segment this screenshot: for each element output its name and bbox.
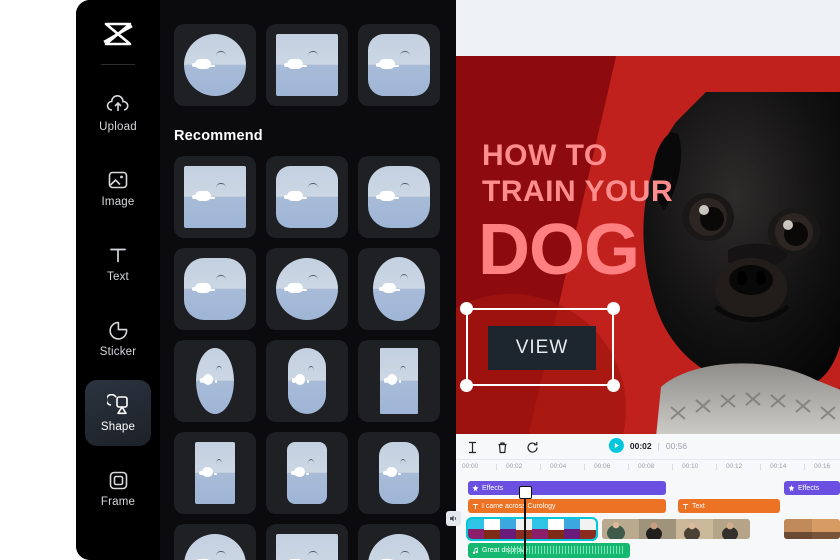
ruler-tick: 00:14	[770, 463, 787, 470]
playhead[interactable]	[520, 486, 530, 560]
timeline-panel: 00:02 | 00:56 00:00 00:02 00:04 00:06 00…	[446, 434, 840, 560]
total-time: 00:56	[665, 440, 688, 451]
ruler-tick: 00:08	[638, 463, 655, 470]
image-icon	[105, 168, 131, 192]
shape-grid-recommend	[160, 156, 456, 560]
shape-thumb[interactable]	[174, 24, 256, 106]
sidebar-item-label: Sticker	[99, 346, 137, 358]
audio-waveform	[508, 546, 625, 554]
music-note-icon	[472, 547, 478, 554]
canvas-title-big[interactable]: DOG	[478, 214, 640, 286]
sidebar-item-text[interactable]: Text	[85, 230, 151, 296]
view-button[interactable]: VIEW	[488, 326, 596, 370]
clip-label: Effects	[482, 484, 504, 492]
section-title: Recommend	[174, 128, 263, 144]
timeline-tracks: Effects Effects I came across Curology T…	[446, 477, 840, 560]
shape-thumb[interactable]	[174, 524, 256, 560]
timeline-toolbar: 00:02 | 00:56	[456, 434, 840, 460]
canvas-title-line2[interactable]: TRAIN YOUR	[482, 172, 673, 213]
clip-text-2[interactable]: Text	[678, 499, 780, 513]
text-t-icon	[472, 503, 479, 509]
sidebar-item-shape[interactable]: Shape	[85, 380, 151, 446]
shape-thumb[interactable]	[358, 340, 440, 422]
shape-thumb[interactable]	[174, 432, 256, 514]
sidebar-item-label: Image	[101, 196, 135, 208]
clip-effects-1[interactable]: Effects	[468, 481, 666, 495]
shape-thumb[interactable]	[266, 524, 348, 560]
ruler-tick: 00:06	[594, 463, 611, 470]
dog-photo	[643, 92, 840, 434]
split-icon[interactable]	[464, 439, 480, 455]
resize-handle-top-left[interactable]	[460, 302, 473, 315]
app-window: Upload Image Text Sticker Shape Frame Re…	[76, 0, 840, 560]
ruler-tick: 00:10	[682, 463, 699, 470]
speaker-icon[interactable]	[446, 511, 461, 526]
video-clip-3[interactable]	[784, 519, 840, 539]
ruler-tick: 00:02	[506, 463, 523, 470]
shape-thumb[interactable]	[174, 248, 256, 330]
shape-thumb[interactable]	[358, 524, 440, 560]
frame-icon	[105, 468, 131, 492]
ruler-tick: 00:16	[814, 463, 831, 470]
sidebar-item-label: Shape	[100, 421, 136, 433]
video-clip-2[interactable]	[602, 519, 750, 539]
sidebar-item-upload[interactable]: Upload	[85, 80, 151, 146]
play-icon[interactable]	[608, 438, 624, 453]
clip-label: Text	[692, 502, 705, 510]
sidebar-item-label: Text	[107, 271, 129, 283]
preview-stage: HOW TO TRAIN YOUR DOG VIEW	[456, 0, 840, 434]
sticker-icon	[105, 318, 131, 342]
resize-handle-bottom-left[interactable]	[460, 379, 473, 392]
shape-thumb[interactable]	[358, 432, 440, 514]
shape-thumb[interactable]	[266, 24, 348, 106]
shape-thumb[interactable]	[266, 156, 348, 238]
selection-frame[interactable]: VIEW	[460, 302, 620, 392]
current-time: 00:02	[629, 440, 652, 451]
sidebar-item-label: Frame	[100, 496, 136, 508]
shape-thumb[interactable]	[266, 432, 348, 514]
effects-icon	[472, 484, 479, 491]
shape-panel: Recommend ❯	[160, 0, 456, 560]
reset-icon[interactable]	[524, 439, 540, 455]
clip-effects-2[interactable]: Effects	[784, 481, 840, 495]
video-clip-selected[interactable]	[466, 517, 598, 541]
clip-label: I came across Curology	[482, 502, 556, 510]
shape-thumb[interactable]	[358, 248, 440, 330]
time-separator: |	[657, 440, 660, 451]
screen: Upload Image Text Sticker Shape Frame Re…	[0, 0, 840, 560]
clip-label: Effects	[798, 484, 820, 492]
resize-handle-top-right[interactable]	[607, 302, 620, 315]
shape-grid-top	[160, 0, 456, 106]
canvas-title-line1[interactable]: HOW TO	[482, 136, 608, 177]
shape-thumb[interactable]	[358, 24, 440, 106]
shape-thumb[interactable]	[266, 340, 348, 422]
clip-text-1[interactable]: I came across Curology	[468, 499, 666, 513]
shape-thumb[interactable]	[266, 248, 348, 330]
effects-icon	[788, 484, 795, 491]
ruler-tick: 00:00	[462, 463, 479, 470]
shape-thumb[interactable]	[174, 340, 256, 422]
sidebar-item-frame[interactable]: Frame	[85, 455, 151, 521]
sidebar-item-sticker[interactable]: Sticker	[85, 305, 151, 371]
shape-thumb[interactable]	[358, 156, 440, 238]
shape-icon	[105, 393, 131, 417]
text-t-icon	[105, 243, 131, 267]
video-canvas[interactable]: HOW TO TRAIN YOUR DOG VIEW	[456, 56, 840, 434]
shape-thumb[interactable]	[174, 156, 256, 238]
left-sidebar: Upload Image Text Sticker Shape Frame	[76, 0, 160, 560]
resize-handle-bottom-right[interactable]	[607, 379, 620, 392]
delete-icon[interactable]	[494, 439, 510, 455]
upload-cloud-icon	[105, 93, 131, 117]
text-t-icon	[682, 503, 689, 509]
sidebar-item-image[interactable]: Image	[85, 155, 151, 221]
timeline-ruler[interactable]: 00:00 00:02 00:04 00:06 00:08 00:10 00:1…	[456, 460, 840, 477]
capcut-logo-icon[interactable]	[95, 14, 141, 54]
sidebar-divider	[101, 64, 135, 65]
ruler-tick: 00:12	[726, 463, 743, 470]
playback-controls: 00:02 | 00:56	[608, 438, 688, 453]
clip-audio-1[interactable]: Great disprove	[468, 543, 630, 558]
sidebar-item-label: Upload	[99, 121, 137, 133]
ruler-tick: 00:04	[550, 463, 567, 470]
